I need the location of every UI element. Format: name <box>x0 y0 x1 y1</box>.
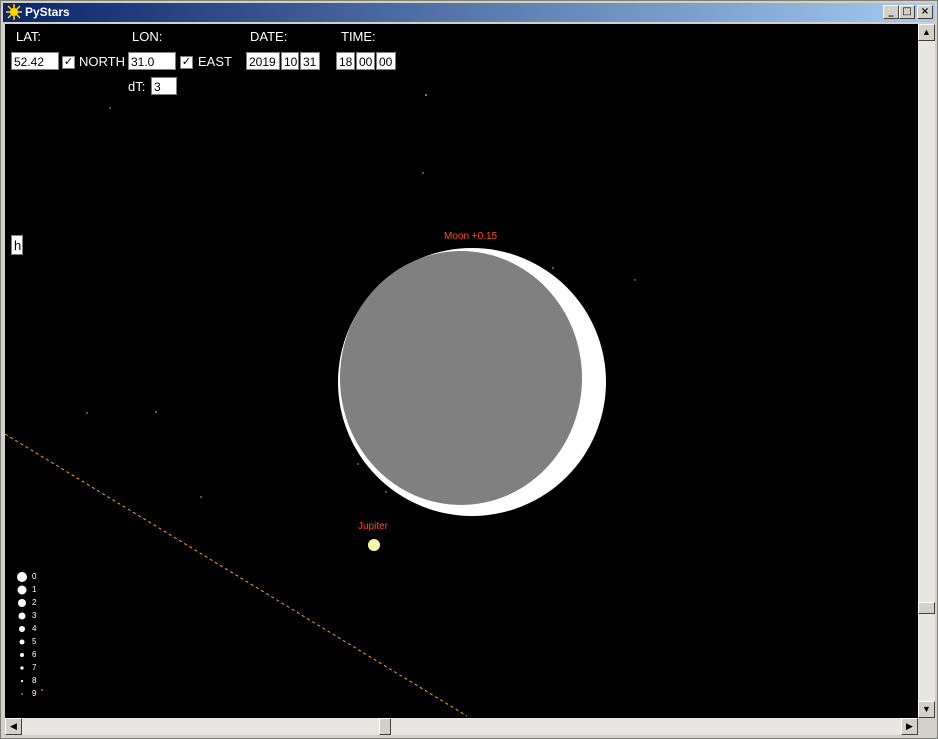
mag-5-dot <box>19 639 25 645</box>
maximize-button[interactable]: □ <box>899 5 915 19</box>
lon-label: LON: <box>132 29 163 44</box>
mag-3-dot <box>18 612 26 620</box>
star <box>425 94 427 96</box>
vertical-scrollbar[interactable]: ▲ ▼ <box>918 24 935 718</box>
mag-2-label: 2 <box>32 598 37 607</box>
time-second-input[interactable]: 00 <box>376 52 396 70</box>
star <box>422 172 424 174</box>
lat-input[interactable]: 52.42 <box>11 52 59 70</box>
horizontal-scroll-thumb[interactable] <box>379 718 391 735</box>
date-label: DATE: <box>250 29 288 44</box>
scroll-down-icon[interactable]: ▼ <box>918 701 935 718</box>
date-month-input[interactable]: 10 <box>281 52 299 70</box>
app-window: PyStars _ □ × Moon +0.15 Jupiter LAT: 52… <box>0 0 938 739</box>
window-title: PyStars <box>25 5 70 19</box>
horizontal-scrollbar[interactable]: ◀ ▶ <box>5 718 918 735</box>
mag-8-dot <box>20 679 24 683</box>
scroll-left-icon[interactable]: ◀ <box>5 718 22 735</box>
lat-label: LAT: <box>16 29 42 44</box>
scroll-up-icon[interactable]: ▲ <box>918 24 935 41</box>
east-checkbox[interactable]: ✓ <box>180 56 193 69</box>
mag-4-label: 4 <box>32 624 37 633</box>
star <box>86 412 88 414</box>
mag-9-label: 9 <box>32 689 37 698</box>
jupiter <box>368 539 380 551</box>
star <box>357 463 359 465</box>
moon-dark-side <box>340 251 582 505</box>
size-grip <box>918 718 935 735</box>
east-label: EAST <box>198 54 232 69</box>
mag-9-dot <box>21 693 23 695</box>
north-checkbox[interactable]: ✓ <box>62 56 75 69</box>
h-button[interactable]: h <box>11 235 23 255</box>
date-day-input[interactable]: 31 <box>300 52 320 70</box>
mag-7-label: 7 <box>32 663 37 672</box>
mag-1-label: 1 <box>32 585 37 594</box>
star <box>200 496 202 498</box>
north-label: NORTH <box>79 54 125 69</box>
star <box>155 411 157 413</box>
star <box>109 107 111 109</box>
mag-2-dot <box>18 599 26 607</box>
time-hour-input[interactable]: 18 <box>336 52 355 70</box>
mag-1-dot <box>17 585 27 595</box>
sky-canvas[interactable]: Moon +0.15 Jupiter LAT: 52.42 ✓ NORTH LO… <box>5 24 918 718</box>
mag-6-dot <box>20 653 24 657</box>
time-minute-input[interactable]: 00 <box>356 52 375 70</box>
star <box>552 267 554 269</box>
mag-3-label: 3 <box>32 611 37 620</box>
mag-6-label: 6 <box>32 650 37 659</box>
star-icon <box>6 4 22 20</box>
time-label: TIME: <box>341 29 376 44</box>
title-bar[interactable]: PyStars _ □ × <box>3 3 935 22</box>
lon-input[interactable]: 31.0 <box>128 52 176 70</box>
vertical-scroll-thumb[interactable] <box>918 602 935 614</box>
star <box>385 491 387 493</box>
close-button[interactable]: × <box>917 5 933 19</box>
scroll-right-icon[interactable]: ▶ <box>901 718 918 735</box>
minimize-button[interactable]: _ <box>883 5 899 19</box>
magnitude-legend-dots <box>17 572 43 695</box>
mag-0-dot <box>17 572 27 582</box>
mag-5-label: 5 <box>32 637 37 646</box>
mag-7-dot <box>20 666 24 670</box>
star <box>41 689 43 691</box>
dt-input[interactable]: 3 <box>151 77 177 95</box>
mag-4-dot <box>19 626 25 632</box>
star <box>634 279 636 281</box>
moon <box>338 248 606 516</box>
date-year-input[interactable]: 2019 <box>246 52 280 70</box>
dt-label: dT: <box>128 79 146 94</box>
mag-0-label: 0 <box>32 572 37 581</box>
sky-map <box>5 94 636 717</box>
moon-label: Moon +0.15 <box>444 231 498 242</box>
jupiter-label: Jupiter <box>358 521 389 532</box>
mag-8-label: 8 <box>32 676 37 685</box>
